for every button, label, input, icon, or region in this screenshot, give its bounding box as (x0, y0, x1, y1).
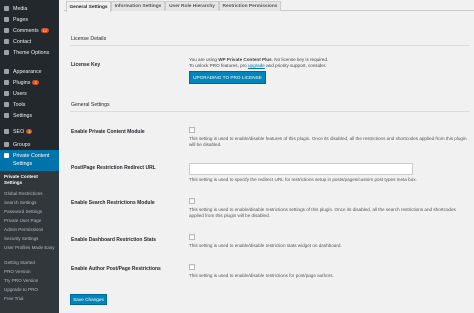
tab-restriction-permissions[interactable]: Restriction Permissions (219, 1, 281, 11)
submenu-getting-started[interactable]: Getting Started (4, 260, 35, 266)
dashboard-stats-desc: This setting is used to enable/disable r… (189, 243, 342, 248)
license-section-title: License Details (71, 36, 107, 42)
redirect-url-desc: This setting is used to specify the redi… (189, 177, 417, 182)
seo-notification-badge: 3 (26, 128, 33, 134)
comments-icon (4, 28, 9, 33)
tools-icon (4, 102, 9, 107)
general-section-title: General Settings (71, 102, 110, 108)
redirect-url-label: Post/Page Restriction Redirect URL (71, 165, 156, 171)
submenu-security-settings[interactable]: Security Settings (4, 236, 38, 242)
license-note-line2-suffix: and priority support, consider. (264, 63, 327, 69)
save-changes-button[interactable]: Save Changes (70, 294, 107, 305)
tab-information-settings[interactable]: Information Settings (111, 1, 165, 11)
menu-item-pages[interactable]: Pages (0, 14, 59, 25)
license-divider (70, 45, 470, 46)
submenu-try-pro-version[interactable]: Try PRO Version (4, 278, 38, 284)
menu-item-private-content-settings[interactable]: Private Content Settings (0, 150, 59, 172)
license-plugin-name: WP Private Content Plus (218, 57, 272, 62)
dashboard-stats-checkbox[interactable] (189, 234, 195, 240)
menu-item-tools[interactable]: Tools (0, 99, 59, 110)
private-content-icon (4, 153, 9, 158)
private-content-module-label: Enable Private Content Module (71, 129, 145, 135)
general-divider (70, 111, 470, 112)
groups-icon (4, 142, 9, 147)
pages-icon (4, 17, 9, 22)
upgrade-to-pro-button[interactable]: UPGRADING TO PRO LICENSE (189, 71, 266, 84)
menu-item-contact[interactable]: Contact (0, 36, 59, 47)
upgrade-link[interactable]: upgrade (248, 63, 265, 68)
menu-item-plugins[interactable]: Plugins 3 (0, 77, 59, 88)
seo-icon (4, 129, 9, 134)
submenu-upgrade-to-pro[interactable]: Upgrade to PRO (4, 287, 38, 293)
license-note-line2-prefix: To unlock PRO features, pro (189, 63, 248, 69)
menu-item-media[interactable]: Media (0, 3, 59, 14)
redirect-url-input[interactable] (189, 163, 413, 175)
menu-item-appearance[interactable]: Appearance (0, 66, 59, 77)
private-content-submenu: Private Content Settings Global Restrict… (0, 171, 59, 313)
comments-count-badge: 12 (40, 27, 50, 33)
submenu-private-user-page[interactable]: Private User Page (4, 218, 41, 224)
author-restrictions-label: Enable Author Post/Page Restrictions (71, 266, 161, 272)
submenu-global-restrictions[interactable]: Global Restrictions (4, 191, 43, 197)
contact-icon (4, 39, 9, 44)
plugins-update-badge: 3 (32, 79, 39, 85)
menu-label-comments: Comments (13, 27, 39, 34)
submenu-pro-version[interactable]: PRO Version (4, 269, 31, 275)
license-note: You are using WP Private Content Plus. N… (189, 57, 409, 70)
menu-item-groups[interactable]: Groups (0, 139, 59, 150)
menu-item-comments[interactable]: Comments 12 (0, 25, 59, 36)
license-note-prefix: You are using (189, 57, 219, 62)
license-note-suffix: . No license key is required. (271, 57, 329, 62)
submenu-password-settings[interactable]: Password Settings (4, 209, 42, 215)
search-restrictions-checkbox[interactable] (189, 198, 195, 204)
license-key-label: License Key (71, 62, 101, 68)
menu-label-plugins: Plugins (13, 79, 31, 86)
menu-item-seo[interactable]: SEO 3 (0, 126, 59, 137)
submenu-private-content-settings[interactable]: Private Content Settings (4, 174, 56, 186)
appearance-icon (4, 69, 9, 74)
submenu-admin-permissions[interactable]: Admin Permissions (4, 227, 43, 233)
submenu-search-settings[interactable]: Search Settings (4, 200, 36, 206)
search-restrictions-label: Enable Search Restrictions Module (71, 200, 155, 206)
menu-item-settings[interactable]: Settings (0, 110, 59, 121)
tab-user-role-hierarchy[interactable]: User Role Hierarchy (165, 1, 219, 11)
settings-icon (4, 113, 9, 118)
private-content-module-desc: This setting is used to enable/disable f… (189, 136, 467, 148)
admin-sidebar: Media Pages Comments 12 Contact Theme Opt… (0, 0, 59, 313)
author-restrictions-checkbox[interactable] (189, 264, 195, 270)
menu-label-seo: SEO (13, 128, 25, 135)
media-icon (4, 6, 9, 11)
menu-item-theme-options[interactable]: Theme Options (0, 47, 59, 58)
users-icon (4, 91, 9, 96)
dashboard-stats-label: Enable Dashboard Restriction Stats (71, 237, 157, 243)
private-content-module-checkbox[interactable] (189, 127, 195, 133)
author-restrictions-desc: This setting is used to enable/disable r… (189, 273, 334, 278)
submenu-free-trial[interactable]: Free Trial (4, 296, 23, 302)
search-restrictions-desc: This setting is used to enable/disable r… (189, 207, 456, 219)
menu-item-users[interactable]: Users (0, 88, 59, 99)
plugins-icon (4, 80, 9, 85)
settings-content: License Details License Key You are usin… (64, 11, 474, 313)
theme-options-icon (4, 50, 9, 55)
submenu-user-profiles-made-easy[interactable]: User Profiles Made Easy (4, 245, 56, 251)
settings-tabs: General Settings Information Settings Us… (64, 0, 474, 12)
